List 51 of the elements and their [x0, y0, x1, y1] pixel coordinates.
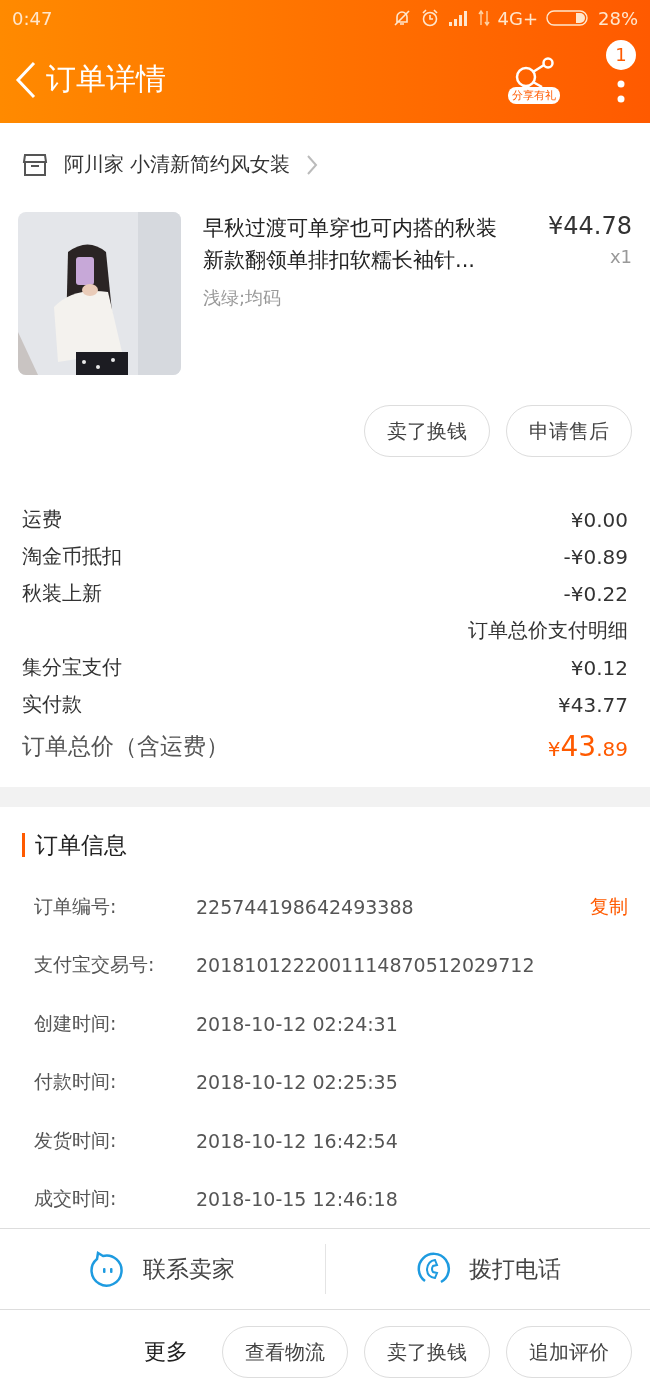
info-label: 成交时间: — [34, 1186, 118, 1212]
product-variant: 浅绿;均码 — [203, 286, 283, 310]
more-label: 更多 — [144, 1338, 188, 1367]
cost-value: 订单总价支付明细 — [468, 617, 628, 644]
product-quantity: x1 — [609, 246, 632, 267]
product-title[interactable]: 早秋过渡可单穿也可内搭的秋装新款翻领单排扣软糯长袖针... — [203, 212, 503, 276]
action-button[interactable]: 卖了换钱 — [364, 405, 490, 457]
action-button[interactable]: 卖了换钱 — [364, 1326, 490, 1379]
section-title: 订单信息 — [22, 833, 628, 858]
info-value: 2018-10-12 02:25:35 — [196, 1071, 399, 1094]
total-label: 订单总价（含运费） — [22, 731, 229, 761]
battery-percent: 28% — [598, 7, 638, 29]
action-button[interactable]: 追加评价 — [506, 1326, 632, 1379]
battery-icon — [546, 9, 590, 27]
cost-label: 运费 — [22, 506, 62, 533]
data-arrows-icon — [477, 9, 490, 27]
chat-icon[interactable] — [89, 1251, 126, 1288]
shop-name[interactable]: 阿川家 小清新简约风女装 — [64, 151, 291, 178]
info-value: 2018-10-12 02:24:31 — [196, 1012, 399, 1035]
info-label: 订单编号: — [34, 893, 118, 919]
info-value: 225744198642493388 — [196, 895, 415, 918]
contact-label[interactable]: 联系卖家 — [143, 1253, 236, 1285]
cost-label: 秋装上新 — [22, 580, 102, 607]
notification-badge: 1 — [606, 39, 636, 70]
info-label: 付款时间: — [34, 1069, 118, 1095]
info-label: 支付宝交易号: — [34, 952, 156, 978]
total-price: ¥43.89 — [547, 729, 628, 763]
network-label: 4G+ — [497, 7, 538, 29]
info-label: 创建时间: — [34, 1010, 118, 1036]
shop-icon — [22, 152, 48, 177]
cost-value: ¥0.12 — [570, 655, 628, 680]
info-value: 2018101222001114870512029712 — [196, 954, 536, 977]
contact-label[interactable]: 拨打电话 — [468, 1253, 561, 1285]
cost-value: -¥0.89 — [563, 544, 628, 569]
signal-icon — [447, 10, 470, 26]
action-button[interactable]: 申请售后 — [506, 405, 632, 457]
cost-value: -¥0.22 — [563, 581, 628, 606]
clock: 0:47 — [12, 7, 53, 29]
action-button[interactable]: 查看物流 — [222, 1326, 348, 1379]
product-price: ¥44.78 — [548, 212, 632, 240]
info-label: 发货时间: — [34, 1127, 118, 1153]
chevron-right-icon[interactable] — [306, 153, 319, 176]
info-value: 2018-10-12 16:42:54 — [196, 1129, 399, 1152]
back-icon[interactable] — [14, 59, 38, 100]
cost-value: ¥0.00 — [570, 507, 628, 532]
info-value: 2018-10-15 12:46:18 — [196, 1188, 399, 1211]
cost-label: 集分宝支付 — [22, 654, 122, 681]
page-title: 订单详情 — [46, 60, 167, 98]
cost-label: 淘金币抵扣 — [22, 543, 122, 570]
cost-label: 实付款 — [22, 691, 82, 718]
cost-value: ¥43.77 — [558, 692, 628, 717]
